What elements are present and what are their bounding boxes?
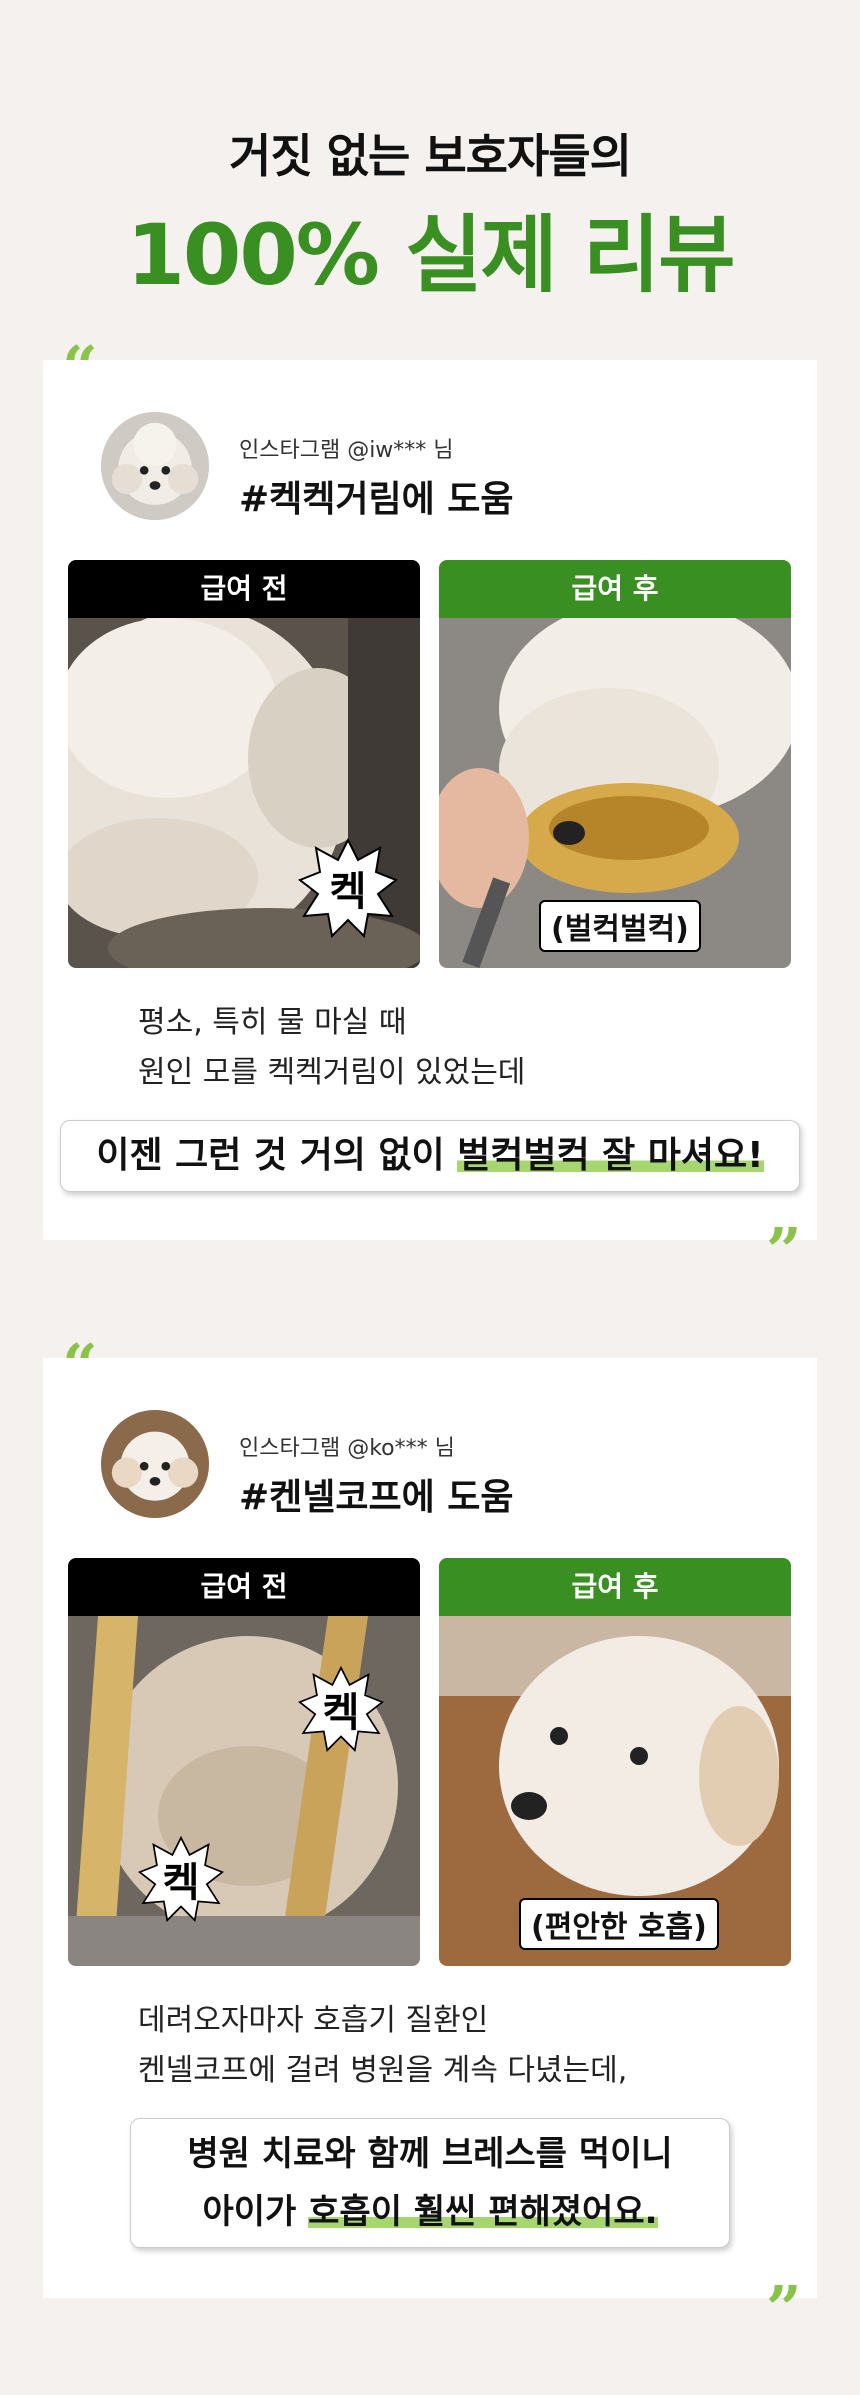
reviewer-handle: 인스타그램 @iw*** 님 [239,438,454,463]
cough-bubble: 켁 [138,1836,224,1922]
cough-bubble: 켁 [298,1666,384,1752]
headline-subtitle: 거짓 없는 보호자들의 [229,129,632,183]
review-body: 평소, 특히 물 마실 때 원인 모를 켁켁거림이 있었는데 [138,998,525,1098]
before-photo: 급여 전 켁 켁 [68,1558,420,1966]
close-quote-icon: ” [766,2272,802,2345]
review-body-line: 원인 모를 켁켁거림이 있었는데 [138,1055,526,1090]
review-body-line: 데려오자마자 호흡기 질환인 [138,2003,489,2038]
after-photo: 급여 후 (편안한 호흡) [439,1558,791,1966]
before-label: 급여 전 [68,560,420,618]
highlight-quote: 병원 치료와 함께 브레스를 먹이니 아이가 호흡이 훨씬 편해졌어요. [130,2118,730,2248]
after-photo: 급여 후 (벌컥벌컥) [439,560,791,968]
close-quote-icon: ” [766,1214,802,1287]
review-body-line: 켄넬코프에 걸려 병원을 계속 다녔는데, [138,2053,628,2088]
avatar [101,1410,209,1518]
before-photo: 급여 전 켁 [68,560,420,968]
cough-bubble: 켁 [298,838,398,938]
avatar [101,412,209,520]
after-caption: (편안한 호흡) [519,1898,719,1950]
review-body-line: 평소, 특히 물 마실 때 [138,1005,407,1040]
headline-title: 100% 실제 리뷰 [126,206,735,304]
after-label: 급여 후 [439,560,791,618]
review-tag: #켁켁거림에 도움 [239,479,514,520]
reviewer-handle: 인스타그램 @ko*** 님 [239,1436,455,1461]
review-card: 인스타그램 @iw*** 님 #켁켁거림에 도움 급여 전 켁 급여 후 (벌컥… [43,360,817,1240]
review-card: 인스타그램 @ko*** 님 #켄넬코프에 도움 급여 전 켁 켁 급여 후 (… [43,1358,817,2298]
highlight-quote: 이젠 그런 것 거의 없이 벌컥벌컥 잘 마셔요! [60,1120,800,1192]
review-tag: #켄넬코프에 도움 [239,1477,514,1518]
before-label: 급여 전 [68,1558,420,1616]
review-body: 데려오자마자 호흡기 질환인 켄넬코프에 걸려 병원을 계속 다녔는데, [138,1996,627,2096]
after-caption: (벌컥벌컥) [539,900,701,952]
after-label: 급여 후 [439,1558,791,1616]
